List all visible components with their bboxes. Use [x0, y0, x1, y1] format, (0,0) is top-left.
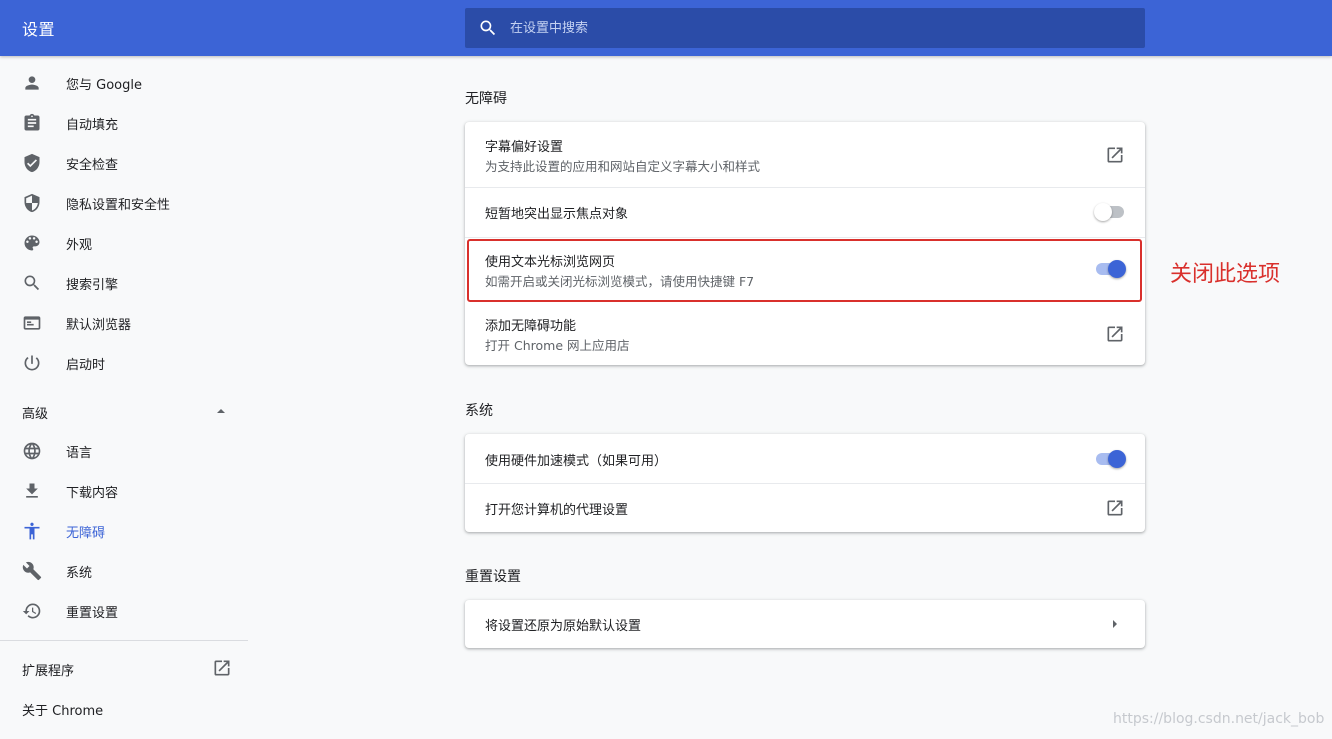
- sidebar-item-label: 下载内容: [66, 486, 119, 501]
- sidebar: 您与 Google 自动填充 安全检查 隐私设置和安全性 外观 搜索引擎 默认浏…: [0, 56, 248, 739]
- wrench-icon: [22, 561, 42, 581]
- sidebar-item-label: 语言: [66, 446, 93, 461]
- caret-up-icon: [217, 409, 225, 413]
- palette-icon: [22, 233, 42, 253]
- sidebar-item-label: 隐私设置和安全性: [66, 198, 171, 213]
- advanced-label: 高级: [22, 407, 49, 422]
- sidebar-item-label: 系统: [66, 566, 93, 581]
- caret-browsing-toggle[interactable]: [1094, 259, 1126, 279]
- hardware-acceleration-toggle[interactable]: [1094, 449, 1126, 469]
- row-subtitle: 为支持此设置的应用和网站自定义字幕大小和样式: [485, 159, 761, 174]
- row-title: 使用文本光标浏览网页: [485, 255, 616, 270]
- restore-icon: [22, 601, 42, 621]
- sidebar-item-extensions[interactable]: 扩展程序: [0, 648, 248, 688]
- browser-icon: [22, 313, 42, 333]
- sidebar-item-label: 搜索引擎: [66, 278, 119, 293]
- proxy-settings-row[interactable]: 打开您计算机的代理设置: [465, 484, 1145, 532]
- search-box[interactable]: [465, 8, 1145, 48]
- sidebar-item-about-chrome[interactable]: 关于 Chrome: [0, 688, 248, 728]
- shield-check-icon: [22, 153, 42, 173]
- section-title-accessibility: 无障碍: [465, 91, 507, 107]
- sidebar-item-on-startup[interactable]: 启动时: [0, 343, 248, 383]
- download-icon: [22, 481, 42, 501]
- row-title: 使用硬件加速模式（如果可用）: [485, 454, 668, 469]
- open-in-new-icon[interactable]: [1105, 324, 1125, 344]
- row-title: 字幕偏好设置: [485, 140, 564, 155]
- accessibility-card: 字幕偏好设置 为支持此设置的应用和网站自定义字幕大小和样式 短暂地突出显示焦点对…: [465, 122, 1145, 365]
- sidebar-item-you-and-google[interactable]: 您与 Google: [0, 63, 248, 103]
- power-icon: [22, 353, 42, 373]
- watermark: https://blog.csdn.net/jack_bob: [1113, 711, 1325, 727]
- open-in-new-icon: [212, 658, 232, 678]
- sidebar-item-downloads[interactable]: 下载内容: [0, 471, 248, 511]
- sidebar-item-accessibility[interactable]: 无障碍: [0, 511, 248, 551]
- person-icon: [22, 73, 42, 93]
- section-title-reset: 重置设置: [465, 569, 521, 585]
- system-card: 使用硬件加速模式（如果可用） 打开您计算机的代理设置: [465, 434, 1145, 532]
- sidebar-item-system[interactable]: 系统: [0, 551, 248, 591]
- sidebar-divider: [0, 640, 248, 641]
- globe-icon: [22, 441, 42, 461]
- toggle-knob: [1108, 450, 1126, 468]
- advanced-toggle[interactable]: 高级: [0, 391, 248, 431]
- search-icon: [22, 273, 42, 293]
- search-icon: [478, 18, 498, 38]
- sidebar-item-label: 重置设置: [66, 606, 119, 621]
- caret-browsing-row[interactable]: 使用文本光标浏览网页 如需开启或关闭光标浏览模式，请使用快捷键 F7: [465, 238, 1145, 301]
- sidebar-item-appearance[interactable]: 外观: [0, 223, 248, 263]
- row-title: 添加无障碍功能: [485, 319, 577, 334]
- focus-highlight-toggle[interactable]: [1094, 202, 1126, 222]
- search-input[interactable]: [510, 8, 1130, 48]
- sidebar-item-autofill[interactable]: 自动填充: [0, 103, 248, 143]
- hardware-acceleration-row[interactable]: 使用硬件加速模式（如果可用）: [465, 434, 1145, 483]
- clipboard-icon: [22, 113, 42, 133]
- sidebar-item-default-browser[interactable]: 默认浏览器: [0, 303, 248, 343]
- focus-highlight-row[interactable]: 短暂地突出显示焦点对象: [465, 188, 1145, 237]
- open-in-new-icon[interactable]: [1105, 145, 1125, 165]
- sidebar-item-label: 自动填充: [66, 118, 119, 133]
- shield-half-icon: [22, 193, 42, 213]
- sidebar-item-reset[interactable]: 重置设置: [0, 591, 248, 631]
- sidebar-item-label: 无障碍: [66, 526, 106, 541]
- sidebar-item-languages[interactable]: 语言: [0, 431, 248, 471]
- row-title: 将设置还原为原始默认设置: [485, 619, 642, 634]
- page-title: 设置: [22, 20, 56, 39]
- sidebar-item-label: 扩展程序: [22, 664, 75, 679]
- annotation-text: 关闭此选项: [1170, 262, 1281, 287]
- reset-card: 将设置还原为原始默认设置: [465, 600, 1145, 648]
- toggle-knob: [1094, 203, 1112, 221]
- sidebar-item-label: 您与 Google: [66, 78, 142, 93]
- top-bar: 设置: [0, 0, 1332, 56]
- add-accessibility-row[interactable]: 添加无障碍功能 打开 Chrome 网上应用店: [465, 302, 1145, 365]
- sidebar-item-label: 关于 Chrome: [22, 704, 104, 719]
- sidebar-item-label: 外观: [66, 238, 93, 253]
- sidebar-item-search-engine[interactable]: 搜索引擎: [0, 263, 248, 303]
- chevron-right-icon: [1113, 620, 1117, 628]
- sidebar-item-safety-check[interactable]: 安全检查: [0, 143, 248, 183]
- restore-defaults-row[interactable]: 将设置还原为原始默认设置: [465, 600, 1145, 648]
- toggle-knob: [1108, 260, 1126, 278]
- row-subtitle: 如需开启或关闭光标浏览模式，请使用快捷键 F7: [485, 274, 755, 289]
- sidebar-item-label: 默认浏览器: [66, 318, 132, 333]
- sidebar-item-label: 启动时: [66, 358, 106, 373]
- sidebar-item-label: 安全检查: [66, 158, 119, 173]
- row-subtitle: 打开 Chrome 网上应用店: [485, 338, 630, 353]
- section-title-system: 系统: [465, 403, 493, 419]
- sidebar-item-privacy[interactable]: 隐私设置和安全性: [0, 183, 248, 223]
- open-in-new-icon[interactable]: [1105, 498, 1125, 518]
- row-title: 短暂地突出显示焦点对象: [485, 207, 629, 222]
- captions-row[interactable]: 字幕偏好设置 为支持此设置的应用和网站自定义字幕大小和样式: [465, 122, 1145, 187]
- accessibility-icon: [22, 521, 42, 541]
- row-title: 打开您计算机的代理设置: [485, 503, 629, 518]
